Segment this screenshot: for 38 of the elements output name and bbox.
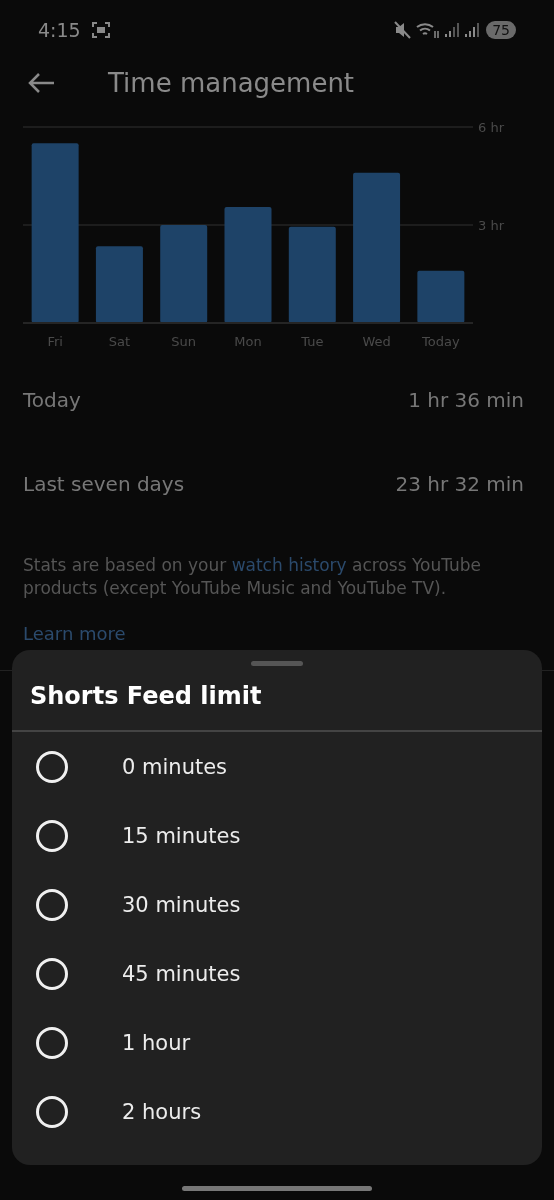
radio-button[interactable] (36, 1095, 68, 1128)
day-label: Wed (362, 334, 391, 349)
stats-note: Stats are based on your watch history across YouTube products (except YouTube Music and YouTube TV). (23, 554, 483, 600)
page-title: Time management (108, 68, 355, 98)
status-time: 4:15 (38, 19, 81, 41)
option-label[interactable]: 15 minutes (122, 823, 241, 848)
day-label: Tue (301, 334, 324, 349)
signal-icon (464, 22, 481, 38)
radio-button[interactable] (36, 819, 68, 852)
wifi-icon (416, 21, 441, 39)
option-label[interactable]: 45 minutes (122, 961, 241, 986)
screenshot-icon (90, 21, 111, 39)
option-label[interactable]: 2 hours (122, 1099, 202, 1124)
day-label: Mon (234, 334, 262, 349)
day-label: Sat (108, 334, 131, 349)
mute-icon (394, 21, 413, 39)
signal-icon (444, 22, 461, 38)
battery-level: 75 (486, 21, 516, 39)
stat-label: Today (23, 388, 81, 412)
day-label: Sun (171, 334, 197, 349)
back-arrow-icon (26, 71, 56, 95)
option-label[interactable]: 1 hour (122, 1030, 191, 1055)
axis-tick-label: 6 hr (478, 120, 504, 135)
axis-tick-label: 3 hr (478, 218, 504, 233)
chart-bar (417, 270, 465, 323)
drag-handle[interactable] (251, 661, 303, 666)
option-label[interactable]: 30 minutes (122, 892, 241, 917)
radio-button[interactable] (36, 957, 68, 990)
option-label[interactable]: 0 minutes (122, 754, 228, 779)
radio-button[interactable] (36, 888, 68, 921)
day-label: Fri (47, 334, 63, 349)
radio-button[interactable] (36, 1026, 68, 1059)
stat-value: 23 hr 32 min (395, 472, 524, 496)
sheet-title: Shorts Feed limit (29, 681, 263, 712)
stat-label: Last seven days (23, 472, 185, 496)
stat-value: 1 hr 36 min (408, 388, 524, 412)
radio-button[interactable] (36, 750, 68, 783)
day-label: Today (422, 334, 460, 349)
